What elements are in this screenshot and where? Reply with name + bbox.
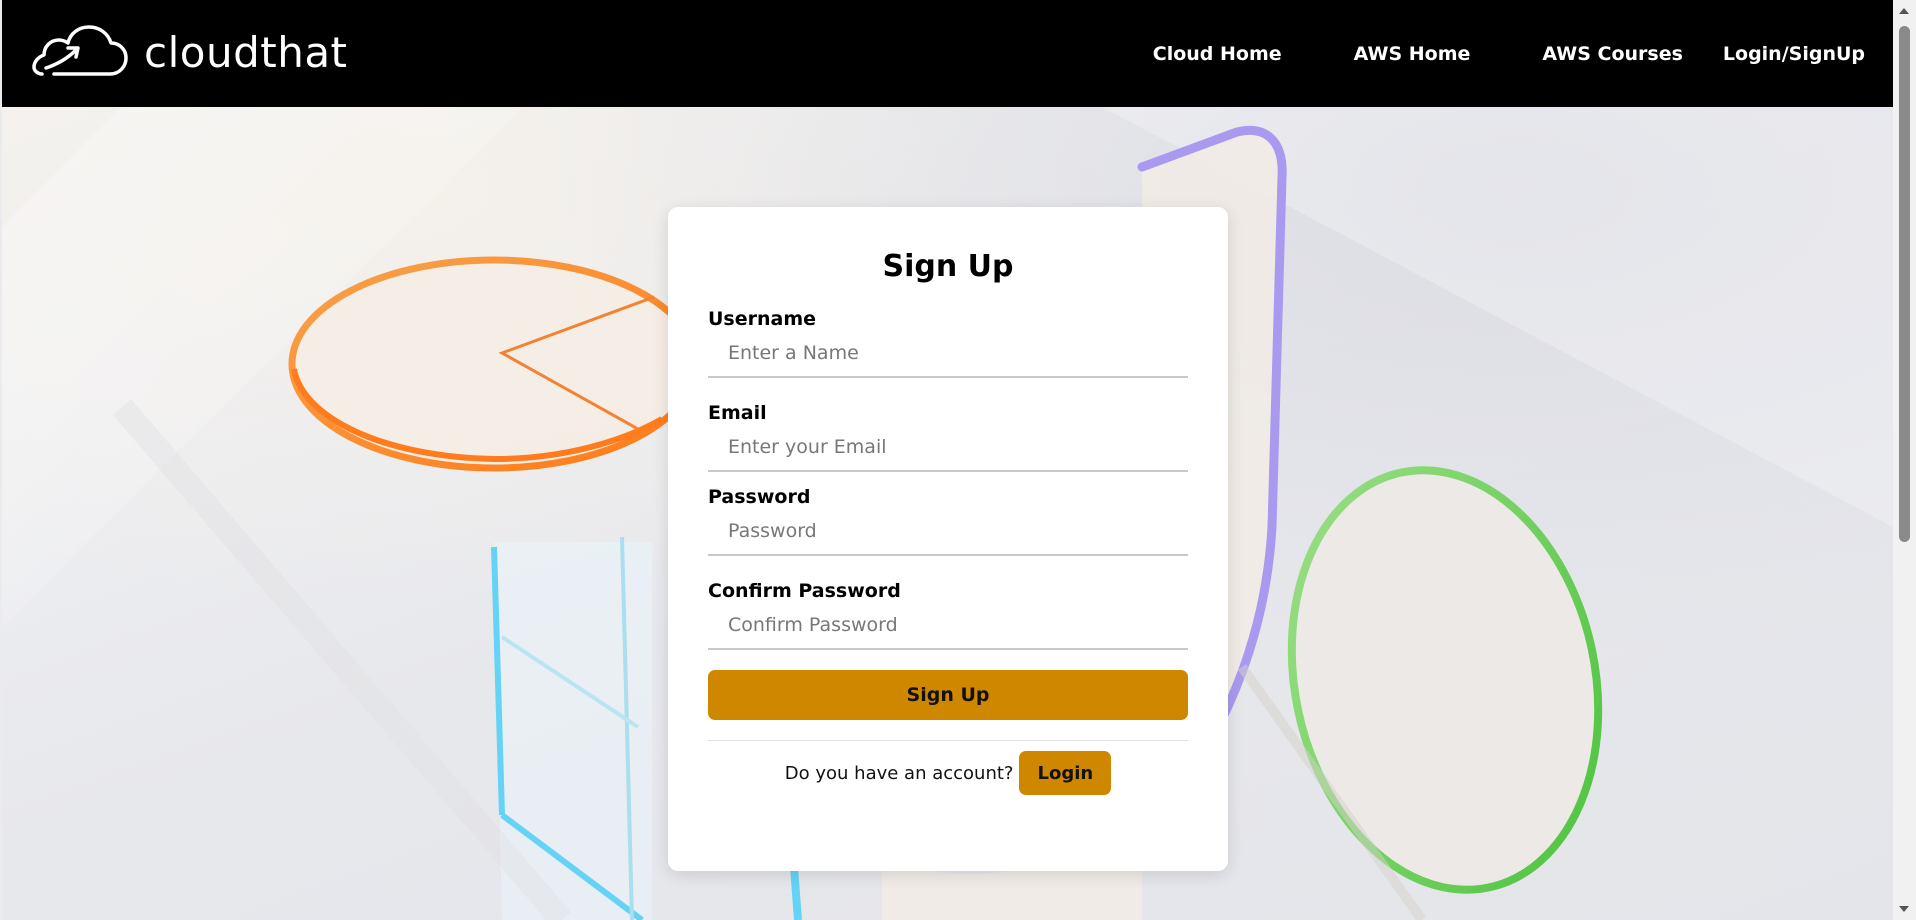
email-field-group: Email <box>708 402 1188 472</box>
brand-name: cloudthat <box>144 27 348 77</box>
confirm-password-field-group: Confirm Password <box>708 580 1188 650</box>
login-button[interactable]: Login <box>1019 751 1112 795</box>
signup-title: Sign Up <box>882 249 1014 284</box>
top-navbar: cloudthat Cloud Home AWS Home AWS Course… <box>2 0 1893 107</box>
password-field-group: Password <box>708 486 1188 556</box>
main-nav: Cloud Home AWS Home AWS Courses Login/Si… <box>1153 0 1865 107</box>
nav-cloud-home[interactable]: Cloud Home <box>1153 43 1282 65</box>
signup-button[interactable]: Sign Up <box>708 670 1188 720</box>
account-prompt-text: Do you have an account? <box>784 762 1014 784</box>
username-input[interactable] <box>708 330 1188 378</box>
confirm-password-input[interactable] <box>708 602 1188 650</box>
nav-aws-courses[interactable]: AWS Courses <box>1542 43 1683 65</box>
form-divider <box>708 740 1188 741</box>
scroll-down-arrow-icon[interactable] <box>1899 906 1909 912</box>
scroll-up-arrow-icon[interactable] <box>1899 8 1909 14</box>
username-label: Username <box>708 308 817 330</box>
brand-logo[interactable]: cloudthat <box>32 24 348 80</box>
confirm-password-label: Confirm Password <box>708 580 901 602</box>
password-label: Password <box>708 486 811 508</box>
page: cloudthat Cloud Home AWS Home AWS Course… <box>0 0 1916 920</box>
scroll-thumb[interactable] <box>1899 26 1910 542</box>
cloud-arrow-icon <box>32 25 128 76</box>
signup-card: Sign Up Username Email Password Confirm … <box>668 207 1228 871</box>
username-field-group: Username <box>708 308 1188 378</box>
password-input[interactable] <box>708 508 1188 556</box>
email-label: Email <box>708 402 767 424</box>
email-input[interactable] <box>708 424 1188 472</box>
nav-login-signup[interactable]: Login/SignUp <box>1723 43 1865 65</box>
vertical-scrollbar[interactable] <box>1893 0 1916 920</box>
login-prompt-row: Do you have an account? Login <box>708 751 1188 795</box>
nav-aws-home[interactable]: AWS Home <box>1354 43 1471 65</box>
